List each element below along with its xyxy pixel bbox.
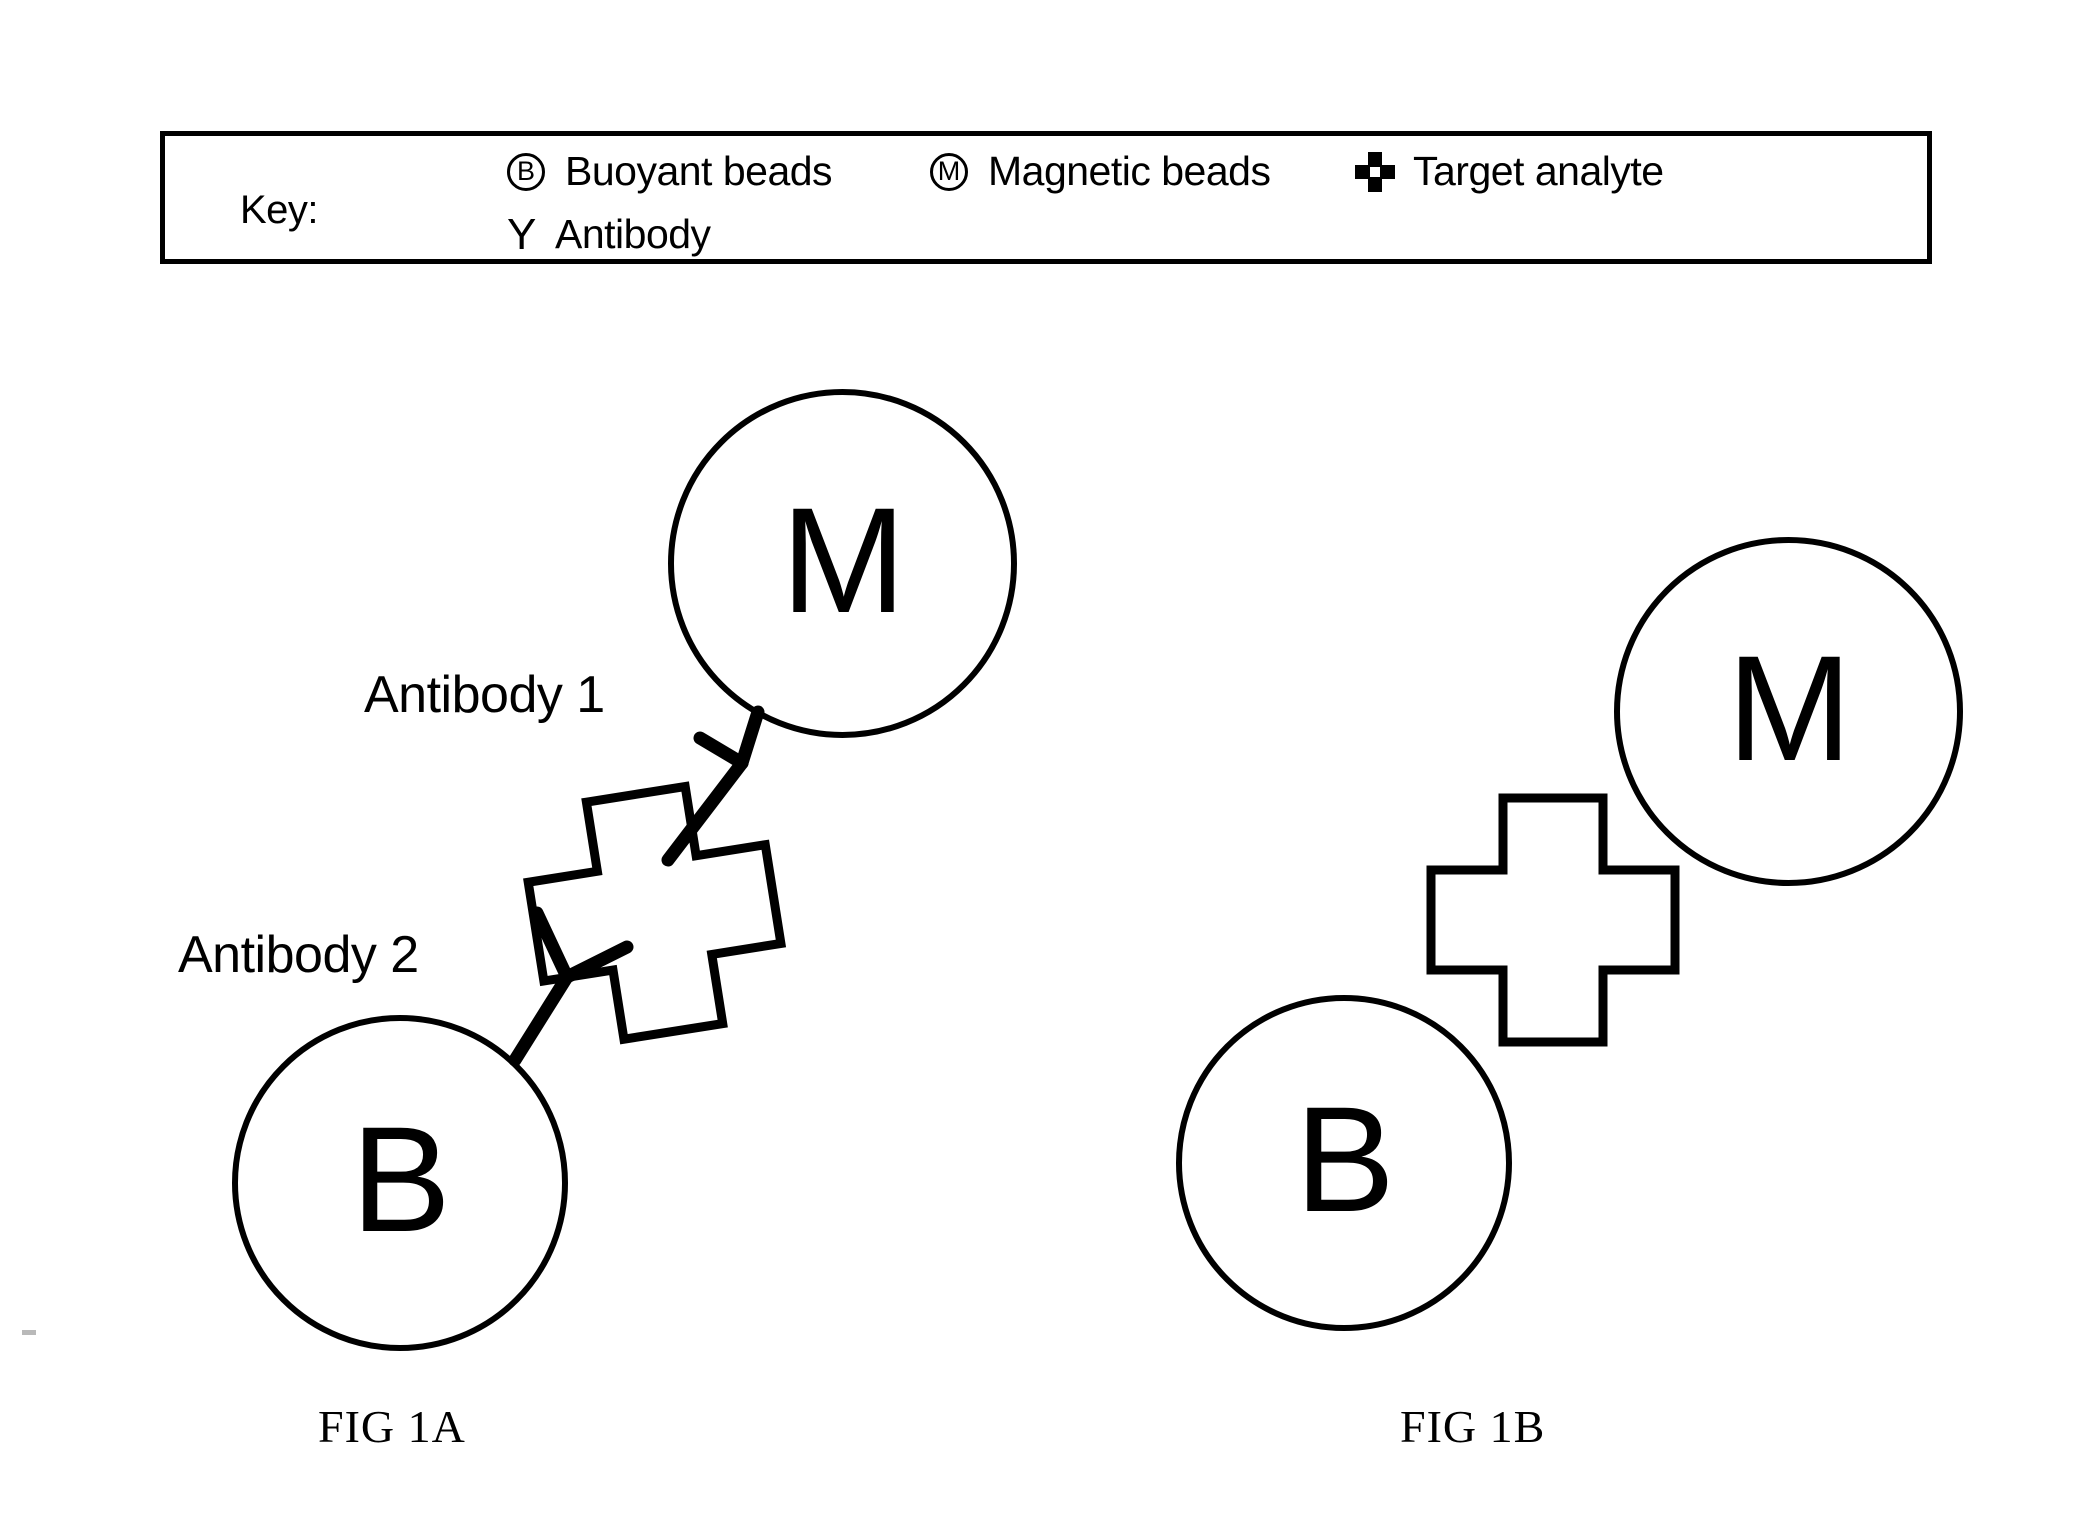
antibody-2-label: Antibody 2	[178, 926, 419, 984]
key-entry-target-analyte: Target analyte	[1355, 148, 1664, 195]
key-entry-label: Magnetic beads	[988, 148, 1271, 194]
antibody-1-label: Antibody 1	[364, 666, 605, 724]
cross-icon	[1355, 151, 1395, 192]
fig1b-target-analyte-cross	[1413, 780, 1693, 1050]
circled-b-icon: B	[507, 152, 545, 191]
key-entry-antibody: Y Antibody	[507, 211, 711, 258]
key-entry-magnetic-beads: M Magnetic beads	[930, 148, 1271, 195]
fig1a-magnetic-bead: M	[668, 389, 1017, 738]
antibody-y-icon: Y	[507, 209, 537, 259]
key-entry-label: Antibody	[555, 211, 711, 257]
key-legend-box: Key: B Buoyant beads M Magnetic beads Ta…	[160, 131, 1932, 264]
antibody-1-connector-icon	[630, 700, 820, 870]
circled-m-icon: M	[930, 152, 968, 191]
fig1b-caption: FIG 1B	[1400, 1401, 1546, 1452]
antibody-2-connector-icon	[475, 885, 655, 1075]
key-entry-label: Target analyte	[1413, 148, 1664, 194]
fig1a-caption: FIG 1A	[318, 1401, 466, 1452]
key-entry-buoyant-beads: B Buoyant beads	[507, 148, 833, 195]
patent-figure-page: Key: B Buoyant beads M Magnetic beads Ta…	[0, 0, 2074, 1513]
key-entry-label: Buoyant beads	[565, 148, 833, 194]
scan-artifact	[22, 1330, 36, 1335]
key-title: Key:	[240, 188, 319, 232]
